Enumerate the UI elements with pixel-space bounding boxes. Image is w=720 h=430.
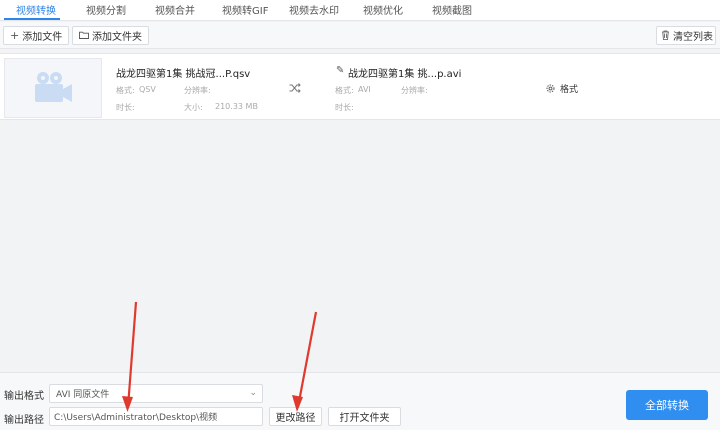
output-path-label: 输出路径	[4, 415, 44, 426]
clear-list-button[interactable]: 清空列表	[656, 26, 716, 45]
output-settings-panel: 输出格式 AVI 同原文件 ⌄ 输出路径 C:\Users\Administra…	[0, 372, 720, 430]
tab-video-screenshot[interactable]: 视频截图	[432, 2, 472, 17]
trash-icon	[661, 30, 670, 42]
open-folder-label: 打开文件夹	[339, 413, 390, 424]
source-size-label: 大小:	[184, 103, 203, 112]
video-camera-icon	[35, 72, 72, 102]
video-thumbnail	[4, 58, 102, 118]
output-format-label: 输出格式	[4, 391, 44, 402]
clear-list-label: 清空列表	[673, 32, 713, 43]
format-settings-button[interactable]: 格式	[545, 82, 578, 95]
shuffle-arrows-icon	[289, 83, 301, 96]
tab-video-optimize[interactable]: 视频优化	[363, 2, 403, 17]
pencil-icon[interactable]: ✎	[336, 65, 344, 76]
source-resolution-label: 分辨率:	[184, 86, 211, 95]
folder-icon	[79, 30, 89, 41]
target-file-name: 战龙四驱第1集 挑...p.avi	[348, 69, 462, 80]
output-format-select[interactable]: AVI 同原文件 ⌄	[49, 384, 263, 403]
target-format-label: 格式:	[335, 86, 354, 95]
open-folder-button[interactable]: 打开文件夹	[328, 407, 401, 426]
output-format-value: AVI 同原文件	[56, 390, 110, 400]
file-row[interactable]: 战龙四驱第1集 挑战冠...P.qsv 格式: QSV 分辨率: 时长: 大小:…	[0, 53, 720, 120]
convert-all-button[interactable]: 全部转换	[626, 390, 708, 420]
convert-all-label: 全部转换	[645, 399, 689, 412]
plus-icon: +	[10, 29, 20, 42]
source-format-value: QSV	[139, 85, 156, 94]
toolbar: + 添加文件 添加文件夹 清空列表	[0, 22, 720, 49]
target-resolution-label: 分辨率:	[401, 86, 428, 95]
source-format-label: 格式:	[116, 86, 135, 95]
change-path-label: 更改路径	[275, 413, 316, 424]
add-folder-label: 添加文件夹	[92, 32, 142, 43]
active-tab-indicator	[4, 18, 60, 20]
source-duration-label: 时长:	[116, 103, 135, 112]
output-path-field[interactable]: C:\Users\Administrator\Desktop\视频	[49, 407, 263, 426]
source-file-name: 战龙四驱第1集 挑战冠...P.qsv	[116, 69, 251, 80]
tab-video-to-gif[interactable]: 视频转GIF	[222, 2, 268, 17]
output-path-value: C:\Users\Administrator\Desktop\视频	[54, 413, 218, 423]
file-list: 战龙四驱第1集 挑战冠...P.qsv 格式: QSV 分辨率: 时长: 大小:…	[0, 50, 720, 372]
add-file-button[interactable]: + 添加文件	[3, 26, 70, 45]
change-path-button[interactable]: 更改路径	[269, 407, 322, 426]
source-size-value: 210.33 MB	[215, 102, 258, 111]
tab-video-split[interactable]: 视频分割	[86, 2, 126, 17]
gear-icon	[546, 84, 555, 93]
target-format-value: AVI	[358, 85, 371, 94]
tab-video-convert[interactable]: 视频转换	[16, 2, 56, 17]
tab-remove-watermark[interactable]: 视频去水印	[289, 2, 339, 17]
target-duration-label: 时长:	[335, 103, 354, 112]
add-file-label: 添加文件	[22, 32, 63, 43]
add-folder-button[interactable]: 添加文件夹	[72, 26, 149, 45]
format-settings-label: 格式	[560, 85, 579, 95]
chevron-down-icon: ⌄	[249, 388, 257, 398]
tab-bar: 视频转换 视频分割 视频合并 视频转GIF 视频去水印 视频优化 视频截图	[0, 0, 720, 21]
tab-video-merge[interactable]: 视频合并	[155, 2, 195, 17]
